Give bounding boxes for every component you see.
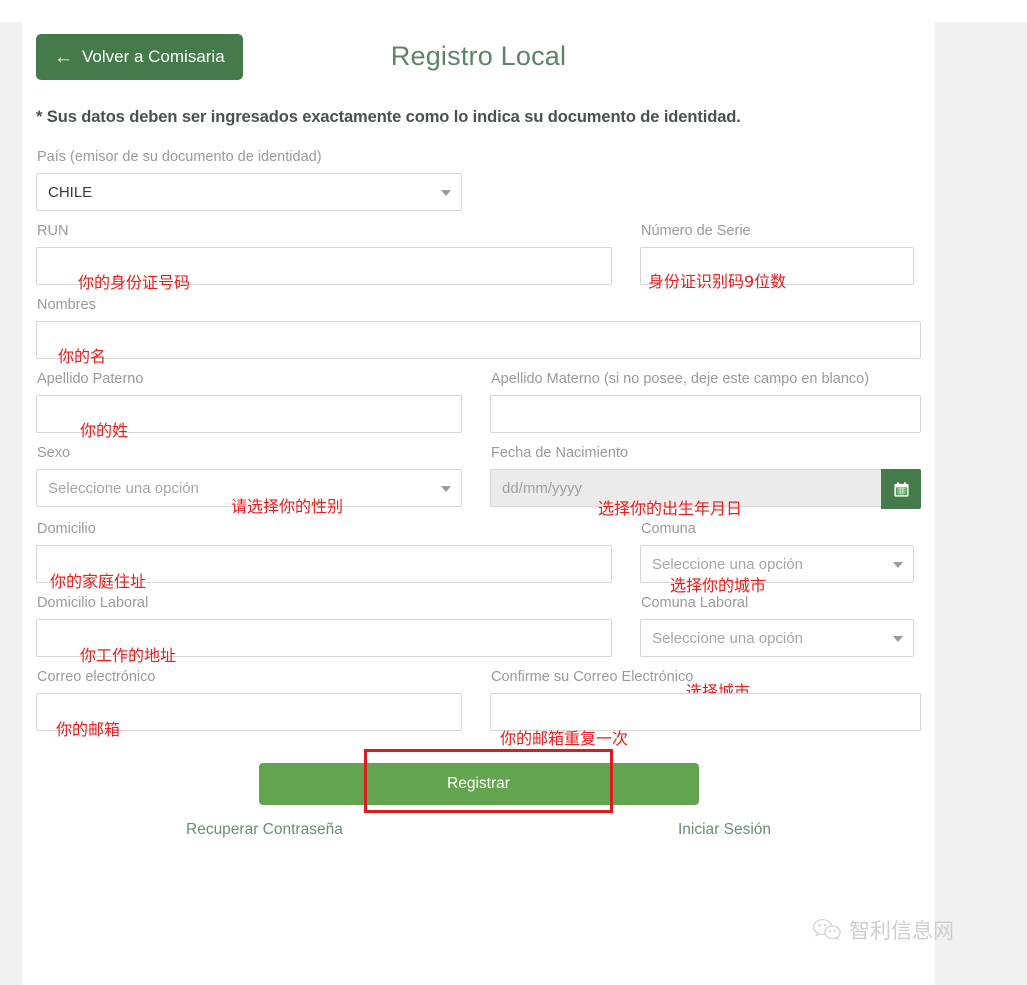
- label-sexo: Sexo: [37, 445, 71, 461]
- label-domicilio: Domicilio: [37, 521, 96, 537]
- field-group-domicilio-laboral: Domicilio Laboral 你工作的地址: [36, 595, 612, 664]
- row-domicilio-laboral: Domicilio Laboral 你工作的地址 Comuna Laboral …: [36, 595, 921, 700]
- row-correo: Correo electrónico 你的邮箱 Confirme su Corr…: [36, 669, 921, 747]
- form-container: ← Volver a Comisaria Registro Local * Su…: [36, 22, 921, 839]
- fecha-nacimiento-control: dd/mm/yyyy: [490, 469, 921, 509]
- row-run: RUN 你的身份证号码 Número de Serie 身份证识别码9位数: [36, 223, 921, 291]
- field-group-domicilio: Domicilio 你的家庭住址: [36, 521, 612, 590]
- right-gutter: [935, 22, 1027, 985]
- chevron-down-icon: [441, 190, 451, 196]
- footer-links: Recuperar Contraseña Iniciar Sesión: [36, 821, 921, 839]
- field-group-correo: Correo electrónico 你的邮箱: [36, 669, 462, 738]
- row-nombres: Nombres 你的名: [36, 297, 921, 365]
- label-fecha-nacimiento: Fecha de Nacimiento: [491, 445, 629, 461]
- correo-confirm-input[interactable]: [490, 693, 921, 731]
- field-group-apellido-paterno: Apellido Paterno 你的姓: [36, 371, 462, 439]
- chevron-down-icon: [893, 636, 903, 642]
- register-button[interactable]: Registrar: [258, 763, 699, 805]
- field-group-pais: País (emisor de su documento de identida…: [36, 149, 462, 211]
- calendar-icon: [893, 481, 909, 497]
- run-input[interactable]: [36, 247, 612, 285]
- label-comuna: Comuna: [641, 521, 696, 537]
- row-apellidos: Apellido Paterno 你的姓 Apellido Materno (s…: [36, 371, 921, 439]
- annotation-correo-confirm: 你的邮箱重复一次: [500, 729, 629, 748]
- sexo-placeholder: Seleccione una opción: [48, 479, 199, 497]
- page-header: ← Volver a Comisaria Registro Local: [36, 22, 921, 108]
- label-pais: País (emisor de su documento de identida…: [37, 149, 322, 165]
- field-group-run: RUN 你的身份证号码: [36, 223, 612, 291]
- registration-panel: ← Volver a Comisaria Registro Local * Su…: [22, 22, 935, 985]
- apellido-materno-input[interactable]: [490, 395, 921, 433]
- login-link[interactable]: Iniciar Sesión: [678, 821, 771, 839]
- comuna-laboral-placeholder: Seleccione una opción: [652, 629, 803, 647]
- label-correo: Correo electrónico: [37, 669, 156, 685]
- label-apellido-materno: Apellido Materno (si no posee, deje este…: [491, 371, 870, 387]
- label-comuna-laboral: Comuna Laboral: [641, 595, 749, 611]
- field-group-fecha-nacimiento: Fecha de Nacimiento dd/mm/yyyy 选择你的出生年月日: [490, 445, 921, 517]
- field-group-correo-confirm: Confirme su Correo Electrónico 你的邮箱重复一次: [490, 669, 921, 747]
- domicilio-input[interactable]: [36, 545, 612, 583]
- field-group-comuna: Comuna Seleccione una opción 选择你的城市: [640, 521, 914, 594]
- recover-password-link[interactable]: Recuperar Contraseña: [186, 821, 343, 839]
- label-nombres: Nombres: [37, 297, 96, 313]
- comuna-select[interactable]: Seleccione una opción: [640, 545, 914, 583]
- nombres-input[interactable]: [36, 321, 921, 359]
- identity-notice: * Sus datos deben ser ingresados exactam…: [36, 108, 741, 126]
- pais-select[interactable]: CHILE: [36, 173, 462, 211]
- domicilio-laboral-input[interactable]: [36, 619, 612, 657]
- label-numero-serie: Número de Serie: [641, 223, 751, 239]
- label-apellido-paterno: Apellido Paterno: [37, 371, 144, 387]
- field-group-numero-serie: Número de Serie 身份证识别码9位数: [640, 223, 914, 290]
- submit-section: Registrar: [36, 749, 921, 813]
- row-pais: País (emisor de su documento de identida…: [36, 149, 921, 211]
- calendar-picker-button[interactable]: [881, 469, 921, 509]
- numero-serie-input[interactable]: [640, 247, 914, 285]
- fecha-nacimiento-placeholder: dd/mm/yyyy: [502, 479, 583, 497]
- field-group-apellido-materno: Apellido Materno (si no posee, deje este…: [490, 371, 921, 433]
- top-strip: [0, 0, 1027, 22]
- sexo-select[interactable]: Seleccione una opción: [36, 469, 462, 507]
- label-correo-confirm: Confirme su Correo Electrónico: [491, 669, 694, 685]
- spacer-pais: [490, 149, 921, 211]
- page-title: Registro Local: [390, 41, 567, 71]
- field-group-nombres: Nombres 你的名: [36, 297, 921, 365]
- label-domicilio-laboral: Domicilio Laboral: [37, 595, 149, 611]
- correo-input[interactable]: [36, 693, 462, 731]
- field-group-comuna-laboral: Comuna Laboral Seleccione una opción 选择城…: [640, 595, 914, 700]
- chevron-down-icon: [893, 562, 903, 568]
- comuna-placeholder: Seleccione una opción: [652, 555, 803, 573]
- comuna-laboral-select[interactable]: Seleccione una opción: [640, 619, 914, 657]
- pais-value: CHILE: [48, 183, 93, 201]
- chevron-down-icon: [441, 486, 451, 492]
- left-gutter: [0, 22, 22, 985]
- field-group-sexo: Sexo Seleccione una opción 请选择你的性别: [36, 445, 462, 515]
- apellido-paterno-input[interactable]: [36, 395, 462, 433]
- row-sexo-fecha: Sexo Seleccione una opción 请选择你的性别 Fecha…: [36, 445, 921, 517]
- fecha-nacimiento-input[interactable]: dd/mm/yyyy: [490, 469, 881, 507]
- label-run: RUN: [37, 223, 69, 239]
- row-domicilio: Domicilio 你的家庭住址 Comuna Seleccione una o…: [36, 521, 921, 594]
